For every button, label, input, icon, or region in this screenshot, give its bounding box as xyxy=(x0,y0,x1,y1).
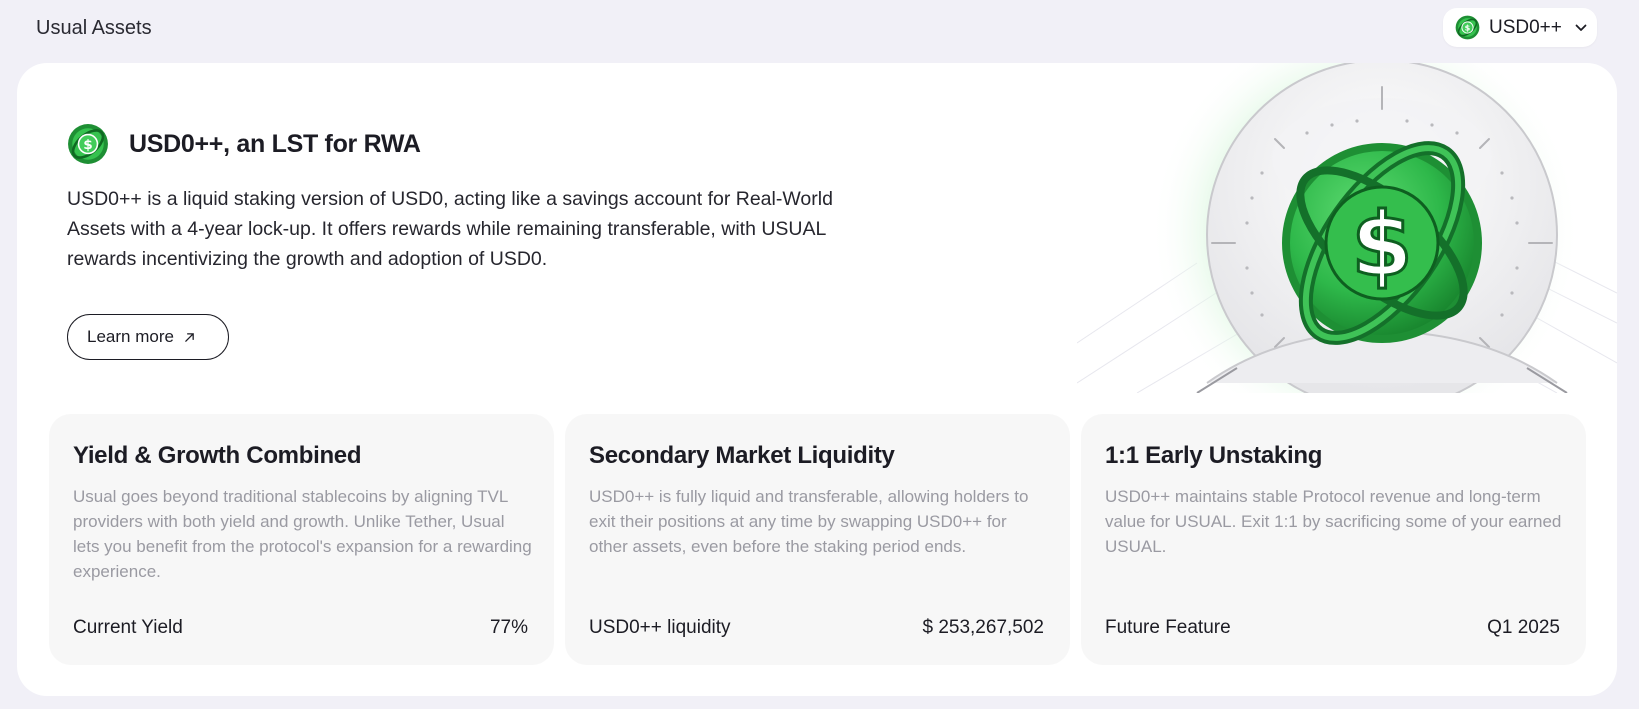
top-bar: Usual Assets $ USD0++ xyxy=(0,0,1639,58)
feature-stat-label: Future Feature xyxy=(1105,617,1231,638)
feature-title: 1:1 Early Unstaking xyxy=(1105,442,1323,469)
usd0pp-coin-icon: $ xyxy=(68,124,108,164)
feature-stat-label: Current Yield xyxy=(73,617,183,638)
feature-card-liquidity: Secondary Market Liquidity USD0++ is ful… xyxy=(565,414,1070,665)
learn-more-button[interactable]: Learn more xyxy=(67,314,229,360)
feature-stat-value: $ 253,267,502 xyxy=(922,617,1044,638)
svg-text:$: $ xyxy=(1351,193,1412,296)
usd0pp-coin-icon: $ xyxy=(1455,15,1480,40)
feature-description: USD0++ maintains stable Protocol revenue… xyxy=(1105,487,1562,556)
chevron-down-icon xyxy=(1575,24,1587,31)
feature-stat-label: USD0++ liquidity xyxy=(589,617,731,638)
feature-stat-value: Q1 2025 xyxy=(1487,617,1560,638)
hero-heading: $ USD0++, an LST for RWA xyxy=(67,123,421,165)
svg-text:$: $ xyxy=(83,137,93,153)
feature-title: Yield & Growth Combined xyxy=(73,442,362,469)
feature-stat-value: 77% xyxy=(489,617,528,638)
hero-title: USD0++, an LST for RWA xyxy=(129,129,421,158)
asset-selector-dropdown[interactable]: $ USD0++ xyxy=(1443,8,1597,47)
feature-description: Usual goes beyond traditional stablecoin… xyxy=(73,487,532,581)
external-arrow-icon xyxy=(185,332,194,342)
feature-description: USD0++ is fully liquid and transferable,… xyxy=(589,487,1029,556)
feature-title: Secondary Market Liquidity xyxy=(589,442,895,469)
asset-overview-card: $ $ USD0++, an LST for RWA USD0++ is a l… xyxy=(17,63,1617,696)
feature-card-unstaking: 1:1 Early Unstaking USD0++ maintains sta… xyxy=(1081,414,1586,665)
feature-card-yield: Yield & Growth Combined Usual goes beyon… xyxy=(49,414,554,665)
learn-more-label: Learn more xyxy=(87,327,174,346)
svg-text:$: $ xyxy=(1465,23,1471,33)
asset-selector-label: USD0++ xyxy=(1489,16,1562,38)
hero-description: USD0++ is a liquid staking version of US… xyxy=(67,188,833,270)
page-title: Usual Assets xyxy=(36,17,152,39)
dollar-globe-illustration: $ xyxy=(1077,63,1617,393)
